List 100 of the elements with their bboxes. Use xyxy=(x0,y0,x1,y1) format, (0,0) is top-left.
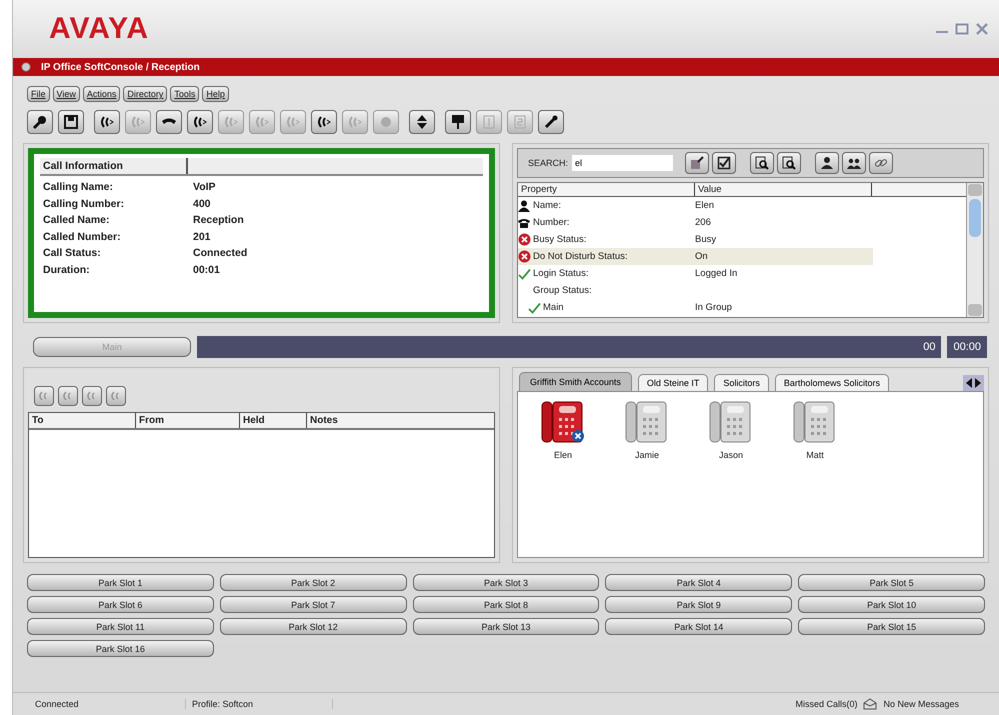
field-value: 400 xyxy=(193,196,211,212)
save-icon xyxy=(63,114,79,130)
user-name: Jamie xyxy=(634,450,659,460)
park-slot-button[interactable]: Park Slot 2 xyxy=(220,574,407,591)
profile-status: Profile: Softcon xyxy=(192,699,333,709)
park-slot-button[interactable]: Park Slot 12 xyxy=(220,618,407,635)
menu-item[interactable]: Help xyxy=(202,86,229,102)
user-name: Jason xyxy=(718,450,744,460)
window-title: IP Office SoftConsole / Reception xyxy=(41,62,200,72)
queue-time: 00:00 xyxy=(947,336,987,358)
park-slot-button[interactable]: Park Slot 10 xyxy=(798,596,985,613)
park-slot-button[interactable]: Park Slot 16 xyxy=(27,640,214,657)
group-tab[interactable]: Old Steine IT xyxy=(638,374,708,391)
property-value: On xyxy=(695,251,708,262)
column-header: Call Information xyxy=(40,158,188,174)
save-tool[interactable] xyxy=(58,110,84,134)
search-tool[interactable] xyxy=(27,110,53,134)
edit-note-button[interactable] xyxy=(685,152,710,174)
property-name: Number: xyxy=(533,217,570,228)
checkbox-icon xyxy=(717,156,732,170)
field-value: 201 xyxy=(193,230,211,244)
property-name: Login Status: xyxy=(533,268,588,279)
park-slot-button[interactable]: Park Slot 5 xyxy=(798,574,985,591)
close-icon[interactable] xyxy=(975,23,989,35)
park-slot-button[interactable]: Park Slot 3 xyxy=(412,574,600,591)
field-value: Reception xyxy=(193,213,244,228)
property-name: Do Not Disturb Status: xyxy=(533,251,628,262)
group-tab[interactable]: Solicitors xyxy=(714,374,769,391)
desk-phone-icon[interactable] xyxy=(540,400,586,444)
park-slot-button[interactable]: Park Slot 11 xyxy=(27,618,214,635)
call-control-button[interactable] xyxy=(34,386,54,406)
park-slot-button[interactable]: Park Slot 9 xyxy=(605,596,792,613)
maximize-icon[interactable] xyxy=(955,23,969,35)
record-icon xyxy=(378,114,394,130)
property-name: Busy Status: xyxy=(533,234,586,245)
property-name: Name: xyxy=(533,200,561,211)
updown-icon xyxy=(414,114,430,130)
menu-item[interactable]: View xyxy=(52,86,80,102)
field-label: Calling Number: xyxy=(42,196,126,212)
person-icon xyxy=(820,156,834,170)
logo: AVAYA xyxy=(49,12,150,46)
updown-tool[interactable] xyxy=(409,110,435,134)
checkbox-button[interactable] xyxy=(712,152,736,174)
park-slot-button[interactable]: Park Slot 7 xyxy=(220,596,407,613)
user-name: Elen xyxy=(554,450,572,460)
hangup-tool[interactable] xyxy=(156,110,182,134)
wrench-icon xyxy=(543,114,559,130)
link-icon xyxy=(874,156,888,170)
search-field[interactable]: el xyxy=(572,155,674,171)
park-slot-button[interactable]: Park Slot 1 xyxy=(27,574,214,591)
call-control-button[interactable] xyxy=(58,386,78,406)
field-label: Duration: xyxy=(42,262,91,278)
search-icon xyxy=(32,114,48,130)
search-label: SEARCH: xyxy=(528,158,568,168)
user-name: Matt xyxy=(806,450,824,460)
property-value: Elen xyxy=(695,200,714,211)
messages-status: No New Messages xyxy=(883,699,959,709)
property-row[interactable]: Name: Elen xyxy=(518,197,873,214)
column-header: Notes xyxy=(309,414,339,428)
park-slot-button[interactable]: Park Slot 13 xyxy=(412,618,600,635)
group-tab[interactable]: Bartholomews Solicitors xyxy=(774,374,889,391)
field-label: Calling Name: xyxy=(42,180,114,195)
property-row[interactable]: Group Status: xyxy=(518,282,873,299)
column-header: To xyxy=(29,413,136,428)
call-control-button[interactable] xyxy=(82,386,102,406)
column-header: Value xyxy=(695,183,872,196)
scrollbar[interactable] xyxy=(966,183,983,317)
menu-item[interactable]: Actions xyxy=(82,86,120,102)
park-slot-button[interactable]: Park Slot 8 xyxy=(412,596,600,613)
group-tab[interactable]: Griffith Smith Accounts xyxy=(519,372,632,391)
property-value: In Group xyxy=(695,302,732,313)
property-row[interactable]: Login Status: Logged In xyxy=(518,265,873,282)
park-slot-button[interactable]: Park Slot 14 xyxy=(605,618,792,635)
column-header: Held xyxy=(240,413,307,428)
menu-item[interactable]: Directory xyxy=(123,86,168,102)
property-row[interactable]: Do Not Disturb Status: On xyxy=(518,248,873,265)
menu-item[interactable]: Tools xyxy=(170,86,200,102)
park-slot-button[interactable]: Park Slot 15 xyxy=(798,618,985,635)
zoom-page-icon xyxy=(755,156,770,170)
menu-item[interactable]: File xyxy=(27,86,50,102)
property-row[interactable]: Busy Status: Busy xyxy=(518,231,873,248)
edit-note-icon xyxy=(690,156,704,170)
phone-icon xyxy=(518,216,530,228)
people-button[interactable] xyxy=(842,152,866,174)
envelope-icon xyxy=(863,698,878,710)
property-row[interactable]: Main In Group xyxy=(518,299,873,316)
check-icon xyxy=(528,302,541,314)
link-button[interactable] xyxy=(869,152,894,174)
scroll-left-icon[interactable] xyxy=(965,377,973,389)
people-icon xyxy=(847,156,862,170)
park-slot-button[interactable]: Park Slot 4 xyxy=(605,574,792,591)
park-slot-button[interactable]: Park Slot 6 xyxy=(27,596,214,613)
wrench-tool[interactable] xyxy=(538,110,564,134)
field-value: Connected xyxy=(193,246,248,261)
person-button[interactable] xyxy=(815,152,840,174)
property-value: Logged In xyxy=(695,268,738,279)
property-row[interactable]: Number: 206 xyxy=(518,214,873,231)
scroll-right-icon[interactable] xyxy=(974,377,982,389)
call-control-button[interactable] xyxy=(106,386,126,406)
zoom-page-button[interactable] xyxy=(750,152,774,174)
